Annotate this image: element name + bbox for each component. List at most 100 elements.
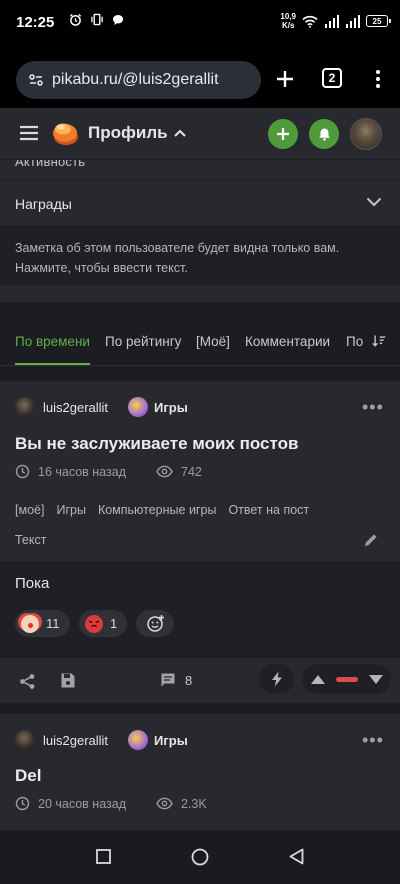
signal-icon [325, 14, 339, 28]
awards-label: Награды [15, 196, 72, 212]
sort-tabs: По времени По рейтингу [Моё] Комментарии… [0, 318, 400, 366]
add-emoji-icon [146, 615, 164, 632]
tab-switcher-button[interactable]: 2 [322, 68, 342, 88]
hamburger-menu-icon[interactable] [20, 124, 38, 142]
url-text[interactable]: pikabu.ru/@luis2gerallit [52, 71, 219, 89]
clock-icon [15, 464, 30, 479]
post-time: 20 часов назад [38, 796, 126, 811]
post-body-text: Пока [15, 575, 50, 592]
post-title[interactable]: Вы не заслуживаете моих постов [15, 434, 298, 454]
community-icon [128, 730, 149, 750]
active-tab-indicator [15, 363, 90, 365]
system-indicators: 10,9 K/s 25 [280, 12, 391, 30]
post-body: Пока 11 1 [0, 561, 400, 657]
activity-label: Активность [15, 160, 86, 169]
eye-icon [156, 797, 173, 810]
tag[interactable]: Компьютерные игры [98, 503, 217, 517]
angry-face-icon [85, 614, 103, 633]
post-actions: 8 [0, 657, 400, 703]
chevron-up-icon [173, 129, 186, 137]
reaction-count: 1 [110, 616, 118, 631]
comments-button[interactable]: 8 [160, 672, 192, 688]
reaction-count: 11 [46, 616, 60, 631]
tag[interactable]: Игры [56, 503, 85, 517]
app-header: Профиль [0, 108, 400, 160]
clown-face-icon [21, 614, 39, 633]
user-note-text[interactable]: Заметка об этом пользователе будет видна… [15, 238, 375, 278]
author-name[interactable]: luis2gerallit [43, 733, 108, 748]
vibrate-icon [91, 13, 103, 26]
home-icon[interactable] [191, 848, 209, 866]
reaction-clown[interactable]: 11 [15, 610, 70, 637]
author-avatar[interactable] [15, 397, 35, 417]
back-icon[interactable] [289, 848, 304, 865]
downvote-icon[interactable] [368, 674, 384, 685]
post-time: 16 часов назад [38, 464, 126, 479]
boost-button[interactable] [259, 664, 294, 694]
browser-menu-icon[interactable] [368, 68, 388, 90]
post-views: 2.3K [181, 796, 207, 811]
new-tab-icon[interactable] [272, 66, 298, 92]
site-settings-icon[interactable] [28, 72, 44, 88]
lightning-icon [271, 671, 282, 687]
eye-icon [156, 465, 173, 478]
tag[interactable]: [моё] [15, 503, 44, 517]
rating-bar [335, 676, 358, 682]
chevron-down-icon [366, 197, 382, 207]
post-tags: [моё] Игры Компьютерные игры Ответ на по… [15, 503, 309, 517]
community-icon [128, 397, 149, 417]
pikabu-logo[interactable] [50, 118, 80, 148]
system-nav-bar [0, 830, 400, 884]
post-menu-icon[interactable]: ••• [362, 730, 384, 751]
alarm-icon [69, 13, 82, 26]
activity-section[interactable]: Активность [0, 160, 400, 180]
share-icon[interactable] [19, 673, 36, 690]
post-card: luis2gerallit Игры ••• Вы не заслуживает… [0, 381, 400, 703]
save-icon[interactable] [60, 672, 76, 689]
section-divider [0, 285, 400, 302]
post-title[interactable]: Del [15, 766, 41, 786]
awards-section[interactable]: Награды [0, 181, 400, 225]
add-reaction-button[interactable] [136, 610, 174, 637]
recents-icon[interactable] [96, 849, 111, 864]
create-post-button[interactable] [268, 119, 298, 149]
tag[interactable]: Ответ на пост [228, 503, 309, 517]
network-speed: 10,9 K/s [280, 12, 296, 30]
signal-icon-2 [346, 14, 360, 28]
reaction-angry[interactable]: 1 [79, 610, 128, 637]
edit-icon[interactable] [363, 532, 379, 548]
sort-order-icon[interactable] [368, 332, 386, 350]
author-name[interactable]: luis2gerallit [43, 400, 108, 415]
chat-bubble-icon [113, 14, 123, 25]
browser-toolbar: pikabu.ru/@luis2gerallit 2 [0, 46, 400, 108]
battery-icon: 25 [366, 15, 391, 27]
tab-comments[interactable]: Комментарии [245, 334, 330, 349]
clock: 12:25 [16, 14, 55, 31]
post-card: luis2gerallit Игры ••• Del 20 часов наза… [0, 714, 400, 830]
rating-control [302, 664, 391, 694]
tab-mine[interactable]: [Моё] [196, 334, 230, 349]
user-note[interactable]: Заметка об этом пользователе будет видна… [0, 225, 400, 285]
tab-by-time[interactable]: По времени [15, 334, 90, 349]
notifications-button[interactable] [309, 119, 339, 149]
author-avatar[interactable] [15, 730, 35, 750]
upvote-icon[interactable] [310, 674, 326, 685]
post-menu-icon[interactable]: ••• [362, 397, 384, 418]
address-bar[interactable]: pikabu.ru/@luis2gerallit [16, 61, 261, 99]
bell-icon [318, 128, 330, 141]
wifi-icon [302, 15, 318, 28]
page-title[interactable]: Профиль [88, 123, 186, 143]
tab-more[interactable]: По [346, 334, 363, 349]
tab-by-rating[interactable]: По рейтингу [105, 334, 181, 349]
tag-type[interactable]: Текст [15, 533, 46, 547]
post-meta: 16 часов назад 742 [15, 464, 202, 479]
clock-icon [15, 796, 30, 811]
notification-icons [69, 13, 124, 26]
community-link[interactable]: Игры [128, 397, 188, 417]
post-author-row: luis2gerallit Игры [15, 397, 188, 417]
user-avatar[interactable] [350, 118, 382, 150]
status-bar: 12:25 10,9 K/s 25 [0, 0, 400, 46]
comment-icon [161, 673, 175, 687]
community-link[interactable]: Игры [128, 730, 188, 750]
post-views: 742 [181, 464, 202, 479]
